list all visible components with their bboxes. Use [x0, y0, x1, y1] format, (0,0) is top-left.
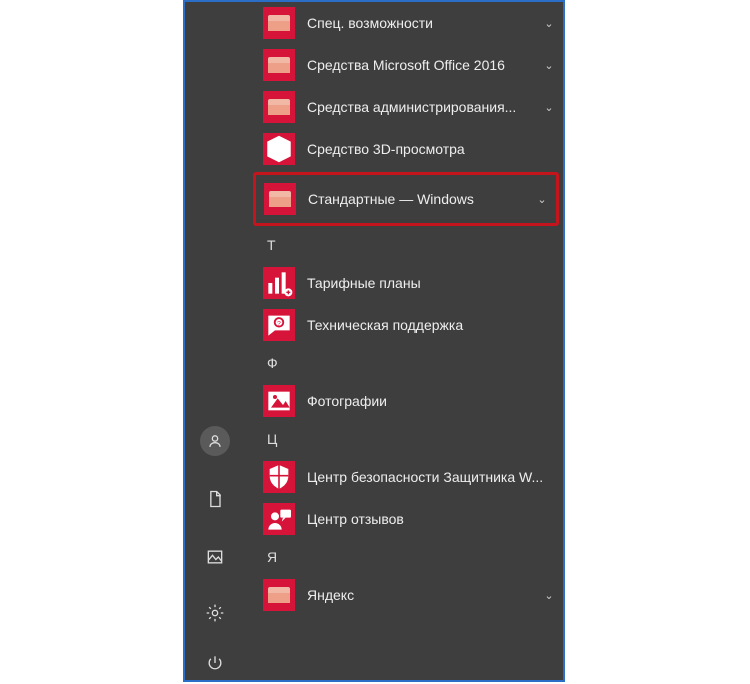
- folder-accessibility[interactable]: Спец. возможности ⌄: [257, 2, 563, 44]
- shield-icon: [263, 461, 295, 493]
- folder-office-tools[interactable]: Средства Microsoft Office 2016 ⌄: [257, 44, 563, 86]
- app-3d-viewer[interactable]: Средство 3D-просмотра: [257, 128, 563, 170]
- letter-label: Ц: [267, 431, 277, 447]
- app-list: Спец. возможности ⌄ Средства Microsoft O…: [257, 2, 563, 680]
- start-rail: [185, 2, 245, 680]
- documents-button[interactable]: [194, 478, 236, 520]
- photo-icon: [263, 385, 295, 417]
- item-label: Тарифные планы: [307, 275, 563, 291]
- letter-heading-ts[interactable]: Ц: [257, 422, 563, 456]
- letter-label: Т: [267, 237, 276, 253]
- person-icon: [200, 426, 230, 456]
- item-label: Спец. возможности: [307, 15, 535, 31]
- chevron-down-icon: ⌄: [535, 101, 563, 114]
- power-button[interactable]: [194, 642, 236, 684]
- app-photos[interactable]: Фотографии: [257, 380, 563, 422]
- folder-icon: [263, 49, 295, 81]
- account-button[interactable]: [194, 420, 236, 462]
- cube-icon: [263, 133, 295, 165]
- document-icon: [205, 489, 225, 509]
- pictures-button[interactable]: [194, 536, 236, 578]
- item-label: Средства администрирования...: [307, 99, 535, 115]
- folder-yandex[interactable]: Яндекс ⌄: [257, 574, 563, 616]
- chevron-down-icon: ⌄: [528, 193, 556, 206]
- bars-plus-icon: [263, 267, 295, 299]
- app-defender-security-center[interactable]: Центр безопасности Защитника W...: [257, 456, 563, 498]
- item-label: Стандартные — Windows: [308, 191, 528, 207]
- chevron-down-icon: ⌄: [535, 589, 563, 602]
- folder-icon: [263, 579, 295, 611]
- item-label: Средство 3D-просмотра: [307, 141, 563, 157]
- letter-heading-t[interactable]: Т: [257, 228, 563, 262]
- item-label: Средства Microsoft Office 2016: [307, 57, 535, 73]
- gear-icon: [205, 603, 225, 623]
- chevron-down-icon: ⌄: [535, 59, 563, 72]
- item-label: Яндекс: [307, 587, 535, 603]
- letter-heading-f[interactable]: Ф: [257, 346, 563, 380]
- item-label: Техническая поддержка: [307, 317, 563, 333]
- folder-icon: [263, 91, 295, 123]
- item-label: Фотографии: [307, 393, 563, 409]
- letter-label: Ф: [267, 355, 278, 371]
- pictures-icon: [205, 547, 225, 567]
- folder-windows-accessories[interactable]: Стандартные — Windows ⌄: [253, 172, 559, 226]
- folder-admin-tools[interactable]: Средства администрирования... ⌄: [257, 86, 563, 128]
- feedback-person-icon: [263, 503, 295, 535]
- folder-icon: [264, 183, 296, 215]
- app-tariff-plans[interactable]: Тарифные планы: [257, 262, 563, 304]
- app-feedback-hub[interactable]: Центр отзывов: [257, 498, 563, 540]
- item-label: Центр безопасности Защитника W...: [307, 469, 563, 485]
- power-icon: [205, 653, 225, 673]
- folder-icon: [263, 7, 295, 39]
- app-tech-support[interactable]: ? Техническая поддержка: [257, 304, 563, 346]
- item-label: Центр отзывов: [307, 511, 563, 527]
- svg-text:?: ?: [277, 321, 281, 328]
- settings-button[interactable]: [194, 592, 236, 634]
- chevron-down-icon: ⌄: [535, 17, 563, 30]
- start-menu-panel: Спец. возможности ⌄ Средства Microsoft O…: [183, 0, 565, 682]
- letter-heading-ya[interactable]: Я: [257, 540, 563, 574]
- chat-question-icon: ?: [263, 309, 295, 341]
- letter-label: Я: [267, 549, 277, 565]
